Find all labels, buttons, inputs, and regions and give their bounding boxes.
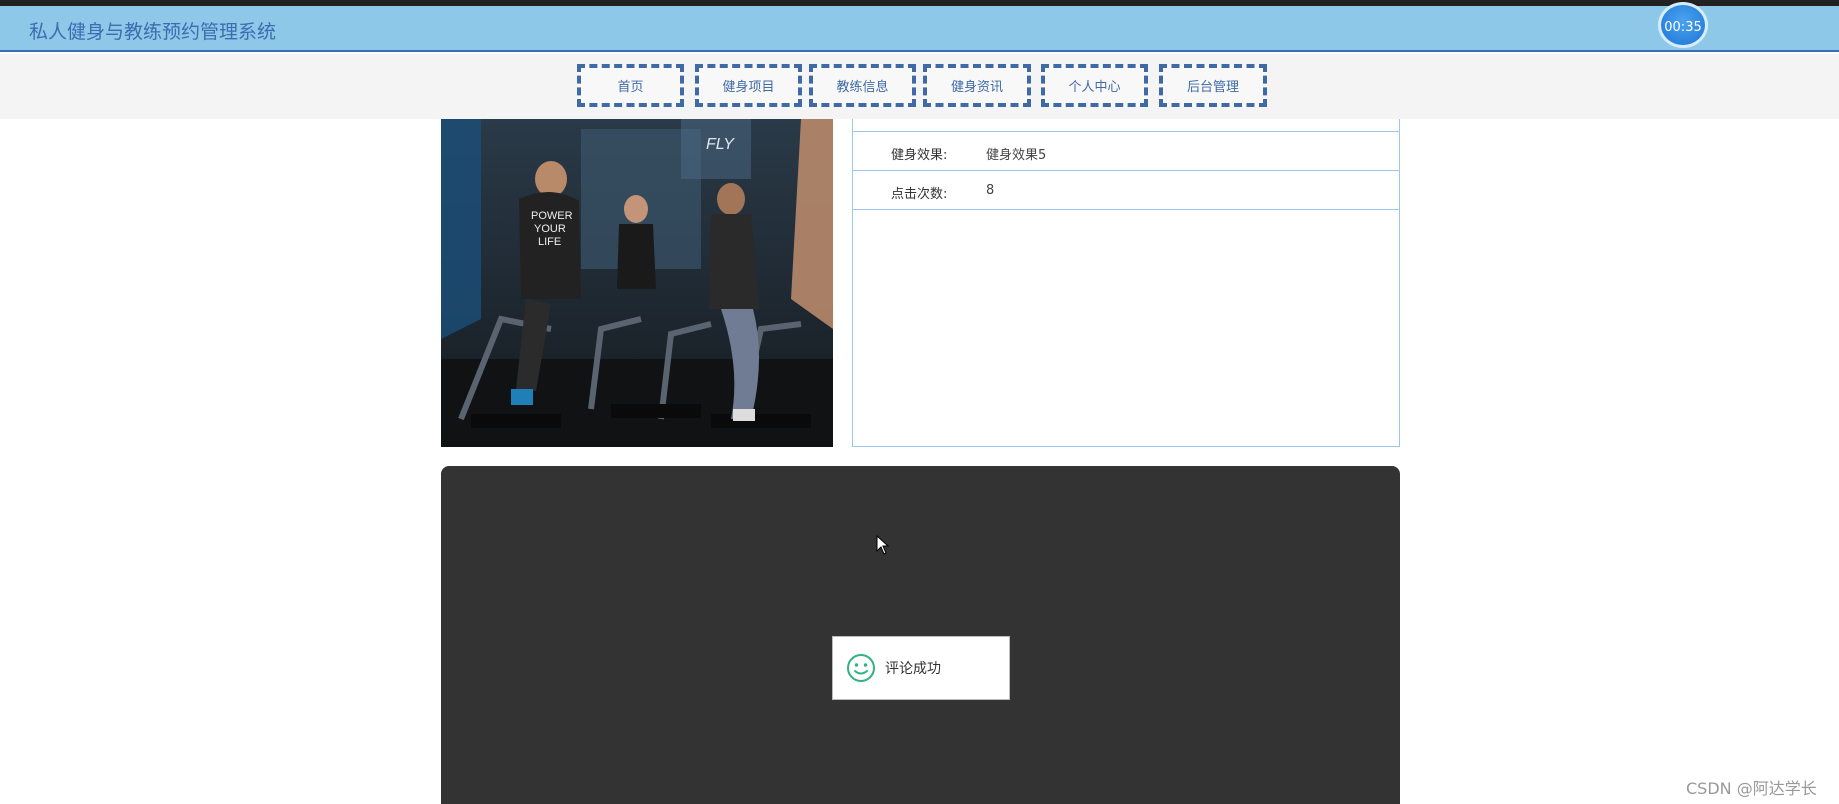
clicks-value: 8 xyxy=(986,183,995,198)
nav-fitness-news[interactable]: 健身资讯 xyxy=(923,64,1031,107)
timer-badge: 00:35 xyxy=(1658,2,1708,48)
success-toast: 评论成功 xyxy=(832,636,1010,700)
nav-fitness-projects[interactable]: 健身项目 xyxy=(695,64,802,107)
details-row-clicks: 点击次数: 8 xyxy=(853,171,1399,210)
details-row-effect: 健身效果: 健身效果5 xyxy=(853,132,1399,171)
main-nav: 首页 健身项目 教练信息 健身资讯 个人中心 后台管理 xyxy=(0,54,1839,119)
gym-cycling-image: FLY POWER YOUR LIFE xyxy=(441,119,833,447)
shirt-text-2: YOUR xyxy=(534,223,566,235)
site-title: 私人健身与教练预约管理系统 xyxy=(29,21,277,43)
nav-personal-center[interactable]: 个人中心 xyxy=(1041,64,1148,107)
details-row-partial xyxy=(853,118,1399,132)
site-header: 私人健身与教练预约管理系统 00:35 xyxy=(0,2,1839,52)
fly-logo: FLY xyxy=(706,136,735,153)
smile-icon xyxy=(847,654,875,682)
comment-panel xyxy=(441,466,1400,804)
watermark: CSDN @阿达学长 xyxy=(1686,779,1817,798)
nav-home[interactable]: 首页 xyxy=(577,64,684,107)
nav-coach-info[interactable]: 教练信息 xyxy=(809,64,916,107)
project-photo: FLY POWER YOUR LIFE xyxy=(441,119,833,447)
project-details: 健身效果: 健身效果5 点击次数: 8 xyxy=(852,119,1400,447)
nav-admin[interactable]: 后台管理 xyxy=(1159,64,1267,107)
toast-message: 评论成功 xyxy=(885,661,941,677)
shirt-text-3: LIFE xyxy=(538,236,561,248)
effect-label: 健身效果: xyxy=(891,148,948,163)
shirt-text-1: POWER xyxy=(531,210,573,222)
mouse-cursor-icon xyxy=(876,535,890,555)
effect-value: 健身效果5 xyxy=(986,148,1047,163)
clicks-label: 点击次数: xyxy=(891,187,948,202)
